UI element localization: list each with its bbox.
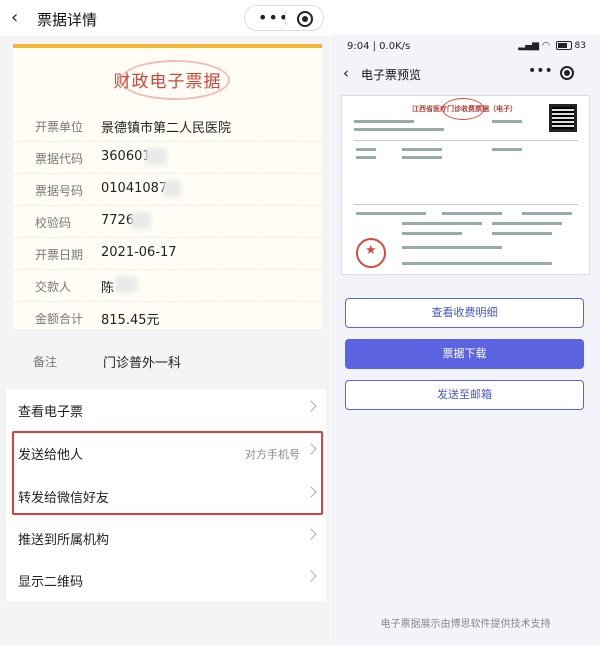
menu-item-label: 显示二维码 bbox=[18, 575, 84, 590]
row-label: 金额合计 bbox=[35, 312, 84, 326]
doc-text-line bbox=[492, 222, 562, 225]
signal-icon: ▂▄▆ bbox=[518, 41, 540, 51]
doc-text-line bbox=[402, 222, 482, 225]
doc-text-line bbox=[354, 120, 414, 123]
doc-text-line bbox=[356, 148, 376, 151]
ticket-detail-screen: ‹ 票据详情 ••• 财政电子票据 开票单位 景德镇市第二人民医院 票据代码 3… bbox=[0, 0, 330, 645]
row-value: 陈 bbox=[101, 281, 115, 296]
receipt-card: 财政电子票据 开票单位 景德镇市第二人民医院 票据代码 360601 票据号码 … bbox=[13, 44, 322, 329]
receipt-row: 开票日期 2021-06-17 bbox=[13, 238, 322, 270]
chevron-right-icon bbox=[305, 400, 317, 412]
page-title: 票据详情 bbox=[37, 11, 98, 29]
chevron-right-icon bbox=[305, 486, 317, 498]
chevron-right-icon bbox=[305, 443, 317, 455]
tech-support-footer: 电子票据展示由博思软件提供技术支持 bbox=[380, 619, 551, 630]
redaction-blur bbox=[145, 148, 167, 165]
doc-text-line bbox=[402, 232, 462, 235]
row-label: 开票单位 bbox=[35, 120, 84, 134]
status-icons: ▂▄▆ ◠ 83 bbox=[518, 41, 586, 51]
doc-text-line bbox=[356, 156, 376, 159]
row-label: 开票日期 bbox=[35, 248, 84, 262]
doc-text-line bbox=[442, 212, 502, 215]
back-arrow-icon[interactable]: ‹ bbox=[343, 64, 349, 82]
receipt-title: 财政电子票据 bbox=[113, 72, 222, 92]
redaction-blur bbox=[115, 276, 137, 293]
receipt-row: 校验码 7726 bbox=[13, 206, 322, 238]
battery-level: 83 bbox=[574, 41, 586, 51]
redaction-blur bbox=[131, 212, 151, 229]
row-value: 2021-06-17 bbox=[101, 245, 177, 260]
wifi-icon: ◠ bbox=[541, 41, 550, 51]
remark-value: 门诊普外一科 bbox=[103, 356, 182, 371]
row-label: 校验码 bbox=[35, 216, 72, 230]
doc-text-line bbox=[402, 156, 442, 159]
send-to-email-button[interactable]: 发送至邮箱 bbox=[345, 380, 584, 410]
menu-item-label: 推送到所属机构 bbox=[18, 533, 110, 548]
doc-rule bbox=[354, 140, 578, 141]
nav-bar: ‹ 票据详情 ••• bbox=[0, 0, 330, 36]
view-fee-details-button[interactable]: 查看收费明细 bbox=[345, 298, 584, 328]
menu-item-label: 转发给微信好友 bbox=[18, 491, 110, 506]
doc-text-line bbox=[354, 128, 444, 131]
receipt-row: 金额合计 815.45元 bbox=[13, 302, 322, 334]
action-menu: 查看电子票 发送给他人 对方手机号 转发给微信好友 推送到所属机构 显示二维码 bbox=[6, 389, 326, 601]
doc-text-line bbox=[402, 262, 552, 265]
row-label: 票据代码 bbox=[35, 152, 84, 166]
close-target-icon[interactable] bbox=[560, 66, 574, 80]
menu-item-show-qrcode[interactable]: 显示二维码 bbox=[6, 559, 326, 601]
mini-program-capsule: ••• bbox=[244, 5, 324, 31]
red-seal-icon bbox=[356, 238, 386, 268]
doc-rule bbox=[354, 204, 578, 205]
qr-code-icon bbox=[549, 104, 577, 132]
row-label: 交款人 bbox=[35, 280, 72, 294]
row-value: 01041087 bbox=[101, 181, 168, 196]
back-arrow-icon[interactable]: ‹ bbox=[11, 7, 18, 28]
receipt-row: 交款人 陈 bbox=[13, 270, 322, 302]
close-target-icon[interactable] bbox=[297, 11, 313, 27]
e-ticket-preview-image[interactable]: 江西省医疗门诊收费票据（电子） bbox=[341, 95, 590, 275]
status-bar: 9:04 | 0.0K/s ▂▄▆ ◠ 83 bbox=[331, 35, 600, 57]
more-dots-icon[interactable]: ••• bbox=[528, 63, 553, 79]
doc-text-line bbox=[402, 148, 442, 151]
doc-text-line bbox=[402, 246, 502, 249]
chevron-right-icon bbox=[305, 528, 317, 540]
nav-bar: ‹ 电子票预览 ••• bbox=[331, 59, 600, 89]
receipt-row: 票据代码 360601 bbox=[13, 142, 322, 174]
row-label: 票据号码 bbox=[35, 184, 84, 198]
menu-item-label: 发送给他人 bbox=[18, 448, 84, 463]
remark-row: 备注 门诊普外一科 bbox=[0, 342, 330, 378]
menu-item-send-to-others[interactable]: 发送给他人 对方手机号 bbox=[6, 432, 326, 474]
receipt-row: 票据号码 01041087 bbox=[13, 174, 322, 206]
row-value: 815.45元 bbox=[101, 313, 160, 328]
menu-item-hint: 对方手机号 bbox=[245, 448, 300, 461]
receipt-row: 开票单位 景德镇市第二人民医院 bbox=[13, 110, 322, 142]
doc-text-line bbox=[492, 148, 522, 151]
menu-item-view-ticket[interactable]: 查看电子票 bbox=[6, 389, 326, 431]
row-value: 7726 bbox=[101, 213, 135, 228]
status-time: 9:04 | 0.0K/s bbox=[347, 41, 411, 52]
battery-icon bbox=[555, 41, 572, 50]
chevron-right-icon bbox=[305, 570, 317, 582]
doc-text-line bbox=[492, 120, 522, 123]
menu-item-forward-wechat[interactable]: 转发给微信好友 bbox=[6, 475, 326, 517]
ticket-preview-screen: 9:04 | 0.0K/s ▂▄▆ ◠ 83 ‹ 电子票预览 ••• 江西省医疗… bbox=[331, 35, 600, 645]
row-value: 景德镇市第二人民医院 bbox=[101, 121, 232, 136]
row-value: 360601 bbox=[101, 149, 151, 164]
page-title: 电子票预览 bbox=[361, 68, 422, 82]
menu-item-push-to-institution[interactable]: 推送到所属机构 bbox=[6, 517, 326, 559]
document-title: 江西省医疗门诊收费票据（电子） bbox=[412, 105, 517, 113]
download-ticket-button[interactable]: 票据下载 bbox=[345, 339, 584, 369]
menu-item-label: 查看电子票 bbox=[18, 405, 84, 420]
mini-program-capsule: ••• bbox=[516, 63, 582, 85]
doc-text-line bbox=[492, 232, 552, 235]
doc-text-line bbox=[522, 212, 572, 215]
remark-label: 备注 bbox=[33, 355, 58, 369]
doc-text-line bbox=[356, 212, 426, 215]
redaction-blur bbox=[163, 180, 181, 197]
capsule-divider bbox=[285, 11, 286, 26]
